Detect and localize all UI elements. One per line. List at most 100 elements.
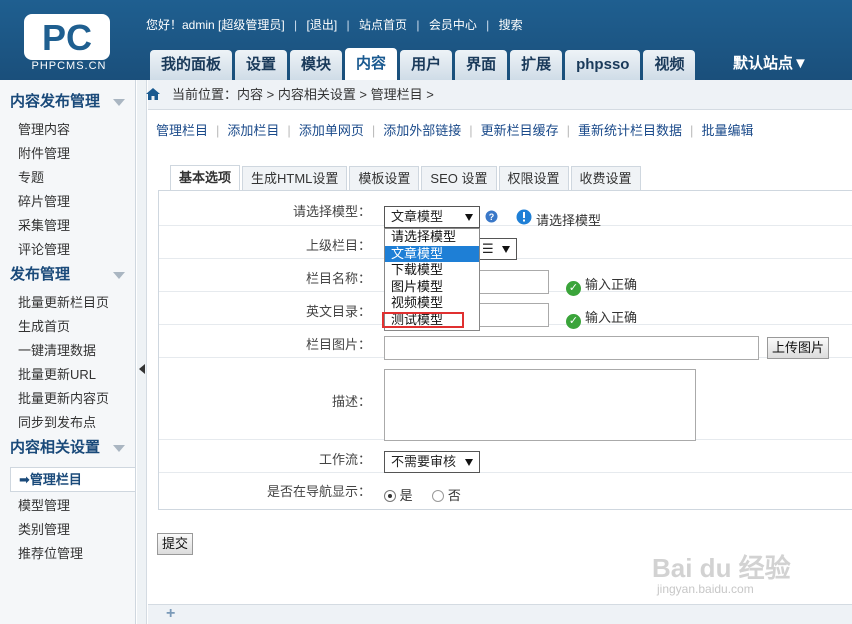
tab-users[interactable]: 用户: [400, 50, 453, 80]
subnav-recount-data[interactable]: 重新统计栏目数据: [578, 120, 682, 139]
sidebar-item-clear-data[interactable]: 一键清理数据: [0, 339, 135, 363]
nav-radio-group: 是 否: [384, 485, 461, 504]
tab-html[interactable]: 生成HTML设置: [242, 166, 348, 191]
sidebar-item-positions[interactable]: 推荐位管理: [0, 542, 135, 566]
workflow-label: 工作流：: [318, 452, 371, 467]
tab-permissions[interactable]: 权限设置: [498, 166, 569, 191]
logout-link[interactable]: [退出]: [307, 16, 338, 33]
collapse-arrow-icon: [113, 99, 125, 106]
workflow-select[interactable]: 不需要审核: [384, 451, 480, 473]
help-icon[interactable]: ?: [485, 210, 498, 223]
description-textarea[interactable]: [384, 369, 696, 441]
submit-button[interactable]: 提交: [157, 533, 194, 555]
subnav-manage-categories[interactable]: 管理栏目: [156, 120, 208, 139]
sidebar: 内容发布管理 管理内容 附件管理 专题 碎片管理 采集管理 评论管理 发布管理 …: [0, 80, 136, 624]
tab-extensions[interactable]: 扩展: [510, 50, 563, 80]
tab-my-panel[interactable]: 我的面板: [150, 50, 233, 80]
dropdown-option[interactable]: 图片模型: [385, 279, 479, 296]
dropdown-option[interactable]: 视频模型: [385, 295, 479, 312]
dropdown-option[interactable]: 请选择模型: [385, 229, 479, 246]
sidebar-item-manage-categories[interactable]: ➡管理栏目: [10, 467, 135, 492]
model-select[interactable]: 文章模型: [384, 206, 480, 228]
sidebar-item-update-category-pages[interactable]: 批量更新栏目页: [0, 291, 135, 315]
sidebar-group-content-settings[interactable]: 内容相关设置: [0, 435, 135, 461]
chevron-down-icon: [465, 214, 473, 221]
site-home-link[interactable]: 站点首页: [359, 16, 407, 33]
home-icon: [146, 88, 160, 100]
category-name-input[interactable]: [478, 270, 549, 294]
collapse-arrow-icon: [113, 445, 125, 452]
sidebar-item-models[interactable]: 模型管理: [0, 494, 135, 518]
sidebar-item-types[interactable]: 类别管理: [0, 518, 135, 542]
sidebar-item-update-url[interactable]: 批量更新URL: [0, 363, 135, 387]
form-row-model: 请选择模型：: [159, 191, 852, 226]
subnav-update-cache[interactable]: 更新栏目缓存: [481, 120, 559, 139]
info-icon: [516, 209, 532, 225]
sidebar-group-content-publish[interactable]: 内容发布管理: [0, 89, 135, 115]
workflow-select-value: 不需要审核: [391, 454, 457, 469]
dir-label: 英文目录：: [305, 304, 371, 319]
tab-basic[interactable]: 基本选项: [170, 165, 241, 191]
watermark-logo: Bai du 经验: [652, 553, 791, 583]
tab-interface[interactable]: 界面: [455, 50, 508, 80]
dropdown-option-selected[interactable]: 文章模型: [385, 245, 479, 262]
sidebar-item-topics[interactable]: 专题: [0, 166, 135, 190]
subnav-add-external-link[interactable]: 添加外部链接: [383, 120, 461, 139]
sidebar-item-comments[interactable]: 评论管理: [0, 238, 135, 262]
sidebar-item-update-content-pages[interactable]: 批量更新内容页: [0, 387, 135, 411]
sidebar-item-collection[interactable]: 采集管理: [0, 214, 135, 238]
sidebar-item-manage-content[interactable]: 管理内容: [0, 118, 135, 142]
name-label: 栏目名称：: [305, 271, 371, 286]
greeting-text: 您好！admin [超级管理员]: [146, 18, 285, 32]
upload-image-button[interactable]: 上传图片: [767, 337, 830, 359]
tab-seo[interactable]: SEO 设置: [421, 166, 497, 191]
sidebar-item-fragments[interactable]: 碎片管理: [0, 190, 135, 214]
subnav-batch-edit[interactable]: 批量编辑: [701, 120, 753, 139]
footer-bar: +: [148, 604, 852, 624]
sidebar-group-publish[interactable]: 发布管理: [0, 262, 135, 288]
radio-no[interactable]: [432, 490, 445, 502]
breadcrumb: 当前位置：内容 > 内容相关设置 > 管理栏目 >: [146, 80, 852, 110]
parent-select[interactable]: ☰: [478, 238, 517, 260]
member-center-link[interactable]: 会员中心: [429, 16, 477, 33]
main-nav-tabs: 我的面板 设置 模块 内容 用户 界面 扩展 phpsso 视频: [150, 48, 698, 80]
dir-ok-text: 输入正确: [585, 310, 638, 325]
annotation-highlight-box: [382, 312, 464, 328]
search-link[interactable]: 搜索: [499, 16, 523, 33]
radio-yes[interactable]: [384, 490, 396, 502]
site-selector[interactable]: 默认站点▼: [733, 52, 808, 73]
chevron-down-icon: [465, 459, 473, 466]
chevron-down-icon: [502, 246, 510, 253]
subnav-add-page[interactable]: 添加单网页: [299, 120, 364, 139]
dir-ok-message: ✓ 输入正确: [566, 307, 637, 329]
tab-video[interactable]: 视频: [643, 50, 696, 80]
form-row-workflow: 工作流：: [159, 440, 852, 473]
sidebar-collapse-bar[interactable]: [137, 80, 147, 624]
model-select-value: 文章模型: [391, 209, 444, 224]
tab-template[interactable]: 模板设置: [349, 166, 420, 191]
expand-plus-icon[interactable]: +: [166, 605, 175, 623]
breadcrumb-text: 当前位置：内容 > 内容相关设置 > 管理栏目 >: [172, 87, 434, 102]
logo-text: PHPCMS.CN: [31, 60, 107, 72]
svg-text:PC: PC: [42, 17, 92, 58]
tab-modules[interactable]: 模块: [290, 50, 343, 80]
desc-label: 描述：: [331, 394, 371, 409]
parent-label: 上级栏目：: [305, 238, 371, 253]
tab-content[interactable]: 内容: [345, 48, 398, 80]
top-user-bar: 您好！admin [超级管理员] | [退出] | 站点首页 | 会员中心 | …: [146, 16, 523, 33]
english-dir-input[interactable]: [478, 303, 549, 327]
tab-settings[interactable]: 设置: [235, 50, 288, 80]
sub-navigation: 管理栏目 | 添加栏目 | 添加单网页 | 添加外部链接 | 更新栏目缓存 | 重新统计栏目数据 | 批…: [156, 120, 753, 139]
name-ok-text: 输入正确: [585, 277, 638, 292]
nav-label: 是否在导航显示：: [266, 484, 371, 499]
sidebar-item-sync-publish[interactable]: 同步到发布点: [0, 411, 135, 435]
tab-charges[interactable]: 收费设置: [570, 166, 641, 191]
collapse-left-icon[interactable]: [139, 364, 145, 374]
subnav-add-category[interactable]: 添加栏目: [227, 120, 279, 139]
sidebar-item-generate-home[interactable]: 生成首页: [0, 315, 135, 339]
sidebar-item-attachments[interactable]: 附件管理: [0, 142, 135, 166]
tab-phpsso[interactable]: phpsso: [565, 50, 641, 80]
category-image-input[interactable]: [384, 336, 759, 360]
sidebar-group-title: 发布管理: [10, 266, 71, 283]
dropdown-option[interactable]: 下载模型: [385, 262, 479, 279]
